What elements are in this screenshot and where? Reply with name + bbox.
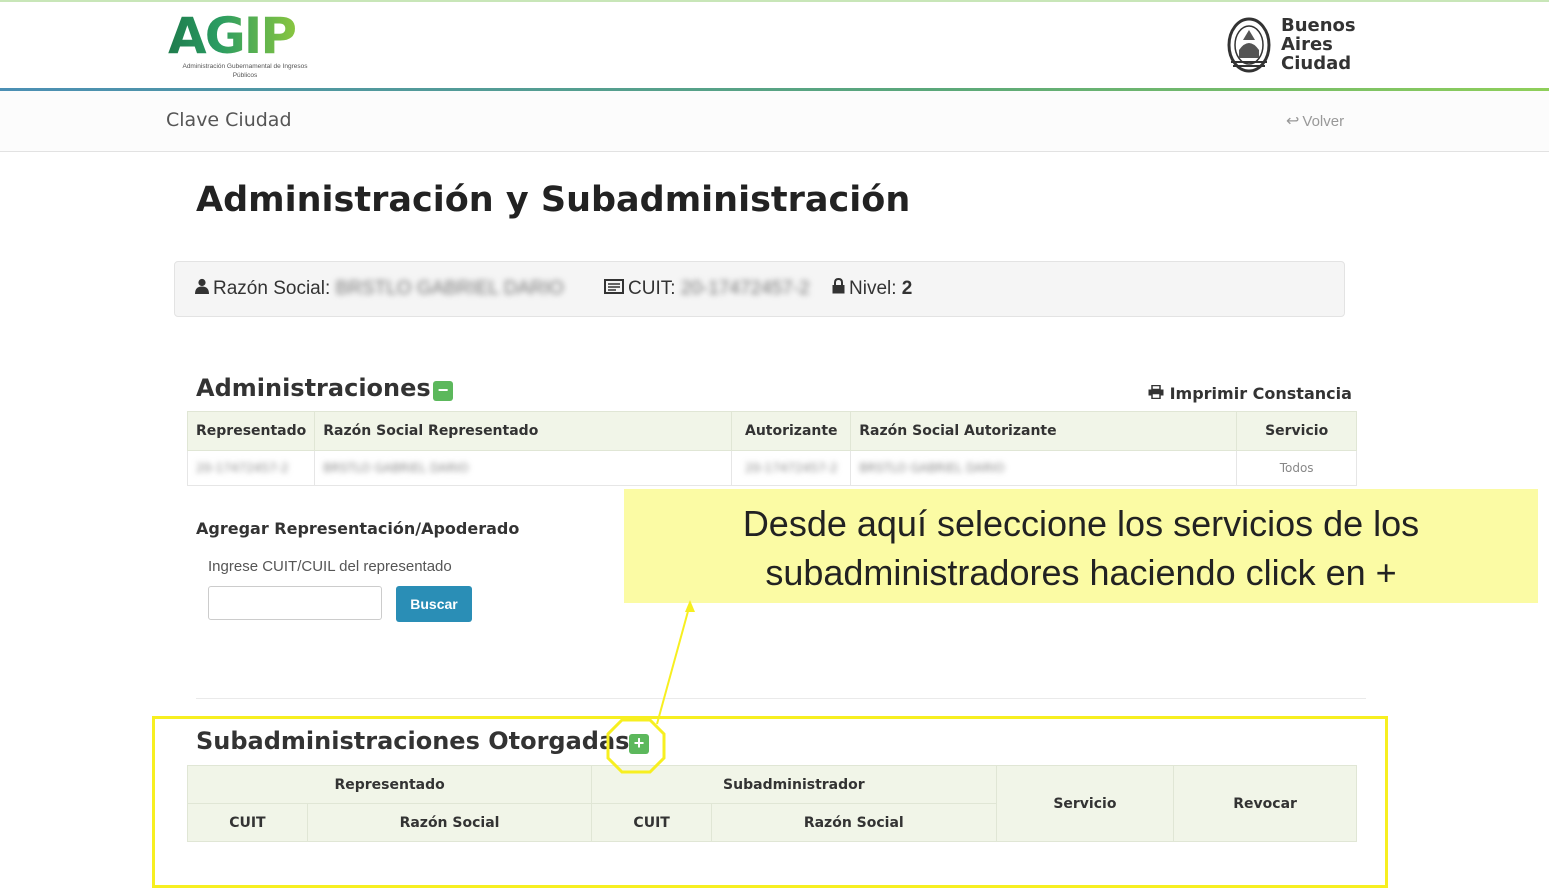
subnav-bar: Clave Ciudad ↩ Volver <box>0 91 1549 152</box>
highlight-box <box>152 716 1388 888</box>
column-header: Razón Social Representado <box>314 411 733 451</box>
city-emblem-icon <box>1227 17 1271 73</box>
lock-icon <box>832 277 845 300</box>
city-logo-line: Ciudad <box>1281 53 1352 74</box>
administraciones-title: Administraciones <box>196 374 431 402</box>
cuit-search-input[interactable] <box>208 586 382 620</box>
agip-logo-text: AGIP <box>168 7 297 65</box>
razon-social-value: BRSTLO GABRIEL DARIO <box>335 278 564 299</box>
column-header: Servicio <box>1236 411 1357 451</box>
site-header: AGIP Administración Gubernamental de Ing… <box>0 2 1549 88</box>
nivel-value: 2 <box>901 278 913 299</box>
back-link[interactable]: ↩ Volver <box>1286 111 1344 131</box>
printer-icon <box>1148 384 1170 403</box>
table-row: 20-17472457-2 BRSTLO GABRIEL DARIO 20-17… <box>186 450 1357 486</box>
agip-logo[interactable]: AGIP Administración Gubernamental de Ing… <box>168 8 320 88</box>
callout-text: Desde aquí seleccione los servicios de l… <box>624 499 1538 597</box>
callout-line: subadministradores haciendo click en + <box>765 552 1397 593</box>
print-label: Imprimir Constancia <box>1169 384 1352 403</box>
user-icon <box>195 278 209 300</box>
buscar-button[interactable]: Buscar <box>396 586 472 622</box>
back-label: Volver <box>1302 113 1345 130</box>
column-header: Razón Social Autorizante <box>850 411 1238 451</box>
agip-logo-subtitle: Administración Gubernamental de Ingresos… <box>182 63 308 79</box>
buenos-aires-ciudad-logo[interactable]: Buenos Aires Ciudad <box>1227 16 1357 78</box>
id-card-icon <box>604 278 624 300</box>
cell-razon-social-autorizante: BRSTLO GABRIEL DARIO <box>850 450 1238 486</box>
callout-pointer-line <box>656 603 691 725</box>
administraciones-table: Representado Razón Social Representado A… <box>186 411 1357 486</box>
column-header: Representado <box>186 411 316 451</box>
column-header: Autorizante <box>731 411 852 451</box>
cuit-label: CUIT: <box>628 278 676 299</box>
cuit-value: 20-17472457-2 <box>680 278 810 299</box>
razon-social-info: Razón Social: BRSTLO GABRIEL DARIO <box>195 278 564 300</box>
nivel-info: Nivel: 2 <box>832 277 913 300</box>
cuit-info: CUIT: 20-17472457-2 <box>604 278 810 300</box>
cell-servicio: Todos <box>1236 450 1357 486</box>
subnav-title[interactable]: Clave Ciudad <box>166 109 292 131</box>
instruction-callout: Desde aquí seleccione los servicios de l… <box>624 489 1538 603</box>
razon-social-label: Razón Social: <box>213 278 331 299</box>
collapse-administraciones-button[interactable]: − <box>433 381 453 401</box>
city-logo-line: Aires <box>1281 34 1333 55</box>
section-divider <box>196 698 1366 699</box>
reply-arrow-icon: ↩ <box>1286 113 1300 130</box>
table-header-row: Representado Razón Social Representado A… <box>186 411 1357 451</box>
taxpayer-info-panel: Razón Social: BRSTLO GABRIEL DARIO CUIT:… <box>174 261 1345 317</box>
page-title: Administración y Subadministración <box>196 180 911 220</box>
cuit-input-label: Ingrese CUIT/CUIL del representado <box>208 558 452 575</box>
city-logo-text: Buenos Aires Ciudad <box>1281 16 1356 73</box>
cell-razon-social-representado: BRSTLO GABRIEL DARIO <box>314 450 733 486</box>
callout-line: Desde aquí seleccione los servicios de l… <box>742 503 1420 544</box>
nivel-label: Nivel: <box>849 278 897 299</box>
cell-autorizante: 20-17472457-2 <box>731 450 852 486</box>
cell-representado: 20-17472457-2 <box>186 450 316 486</box>
city-logo-line: Buenos <box>1281 15 1356 36</box>
print-constancia-link[interactable]: Imprimir Constancia <box>1148 384 1352 403</box>
agregar-representacion-title: Agregar Representación/Apoderado <box>196 519 520 538</box>
